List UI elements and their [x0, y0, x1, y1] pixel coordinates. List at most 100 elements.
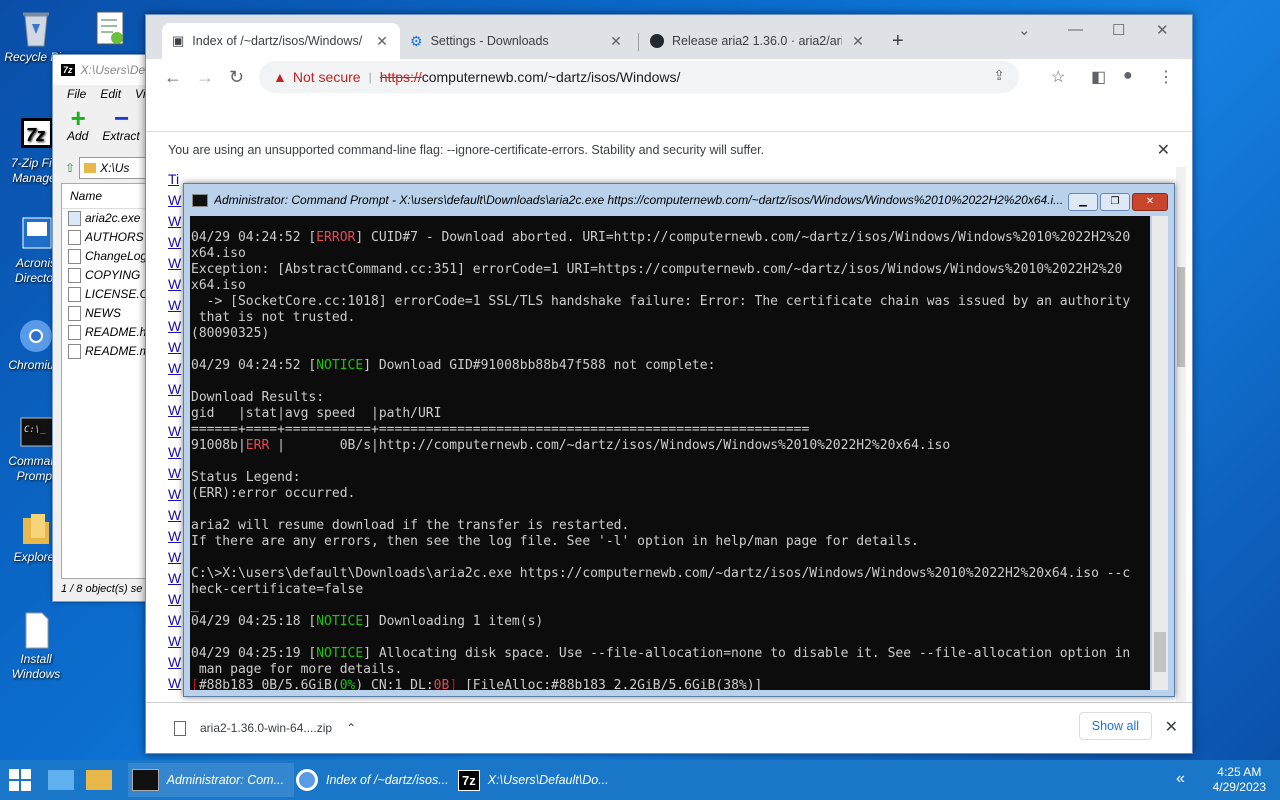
directory-link[interactable]: W — [168, 402, 182, 423]
back-arrow-icon[interactable]: ← — [164, 67, 182, 88]
tab-title: Release aria2 1.36.0 · aria2/aria2 — [672, 34, 842, 48]
taskbar-clock[interactable]: 4:25 AM 4/29/2023 — [1213, 765, 1266, 795]
directory-link[interactable]: W — [168, 591, 182, 612]
tab-release-aria2[interactable]: Release aria2 1.36.0 · aria2/aria2 ✕ — [640, 23, 876, 59]
taskbar-item-label: Index of /~dartz/isos... — [326, 773, 449, 787]
address-bar[interactable]: ▲ Not secure | https://computernewb.com/… — [259, 61, 1019, 93]
console-text: 04/29 04:24:52 [ERROR] CUID#7 - Download… — [190, 216, 1150, 690]
directory-link[interactable]: W — [168, 612, 182, 633]
tab-index-of[interactable]: ▣ Index of /~dartz/isos/Windows/ ✕ — [162, 23, 400, 59]
directory-link[interactable]: W — [168, 360, 182, 381]
directory-link[interactable]: W — [168, 570, 182, 591]
directory-link[interactable]: W — [168, 444, 182, 465]
restore-icon[interactable]: ❐ — [1100, 193, 1130, 211]
close-icon[interactable]: ✕ — [1165, 717, 1178, 737]
console-scrollbar[interactable] — [1152, 216, 1168, 690]
forward-arrow-icon[interactable]: → — [196, 67, 214, 88]
extract-button[interactable]: − Extract — [102, 105, 139, 151]
close-icon[interactable]: ✕ — [850, 33, 866, 50]
maximize-icon[interactable]: ☐ — [1112, 21, 1125, 39]
directory-link[interactable]: W — [168, 675, 182, 696]
taskbar-item-7zip[interactable]: 7z X:\Users\Default\Do... — [454, 763, 624, 797]
taskbar-item-chromium[interactable]: Index of /~dartz/isos... — [292, 763, 452, 797]
directory-link[interactable]: W — [168, 486, 182, 507]
directory-link[interactable]: W — [168, 234, 182, 255]
console-highlight: NOTICE — [316, 614, 364, 629]
profile-icon[interactable]: ● — [1123, 67, 1133, 85]
taskbar: Administrator: Com... Index of /~dartz/i… — [0, 760, 1280, 800]
close-icon[interactable]: ✕ — [374, 33, 390, 50]
console-segment: ] Allocating disk space. Use --file-allo… — [363, 646, 1131, 661]
share-icon[interactable]: ⇪ — [993, 67, 1005, 84]
console-segment: x64.iso — [191, 278, 246, 293]
menu-file[interactable]: File — [67, 87, 86, 101]
reload-icon[interactable]: ↻ — [229, 67, 244, 88]
directory-link[interactable]: Ti — [168, 171, 182, 192]
tab-settings-downloads[interactable]: ⚙ Settings - Downloads ✕ — [400, 23, 634, 59]
close-icon[interactable]: ✕ — [1157, 140, 1170, 160]
directory-link[interactable]: W — [168, 339, 182, 360]
cmd-titlebar[interactable]: Administrator: Command Prompt - X:\users… — [184, 184, 1174, 216]
directory-link[interactable]: W — [168, 255, 182, 276]
minimize-icon[interactable]: — — [1068, 21, 1083, 38]
directory-link[interactable]: W — [168, 423, 182, 444]
infobar-text: You are using an unsupported command-lin… — [168, 142, 765, 157]
directory-link[interactable]: W — [168, 297, 182, 318]
security-label[interactable]: Not secure — [293, 69, 361, 85]
tray-chevron-icon[interactable]: « — [1176, 770, 1185, 788]
console-highlight: 0% — [339, 678, 356, 690]
directory-link[interactable]: W — [168, 507, 182, 528]
console-segment: C:\>X:\users\default\Downloads\aria2c.ex… — [191, 566, 1131, 581]
console-segment: ) CN:1 DL: — [355, 678, 434, 690]
directory-link[interactable]: W — [168, 276, 182, 297]
menu-edit[interactable]: Edit — [100, 87, 121, 101]
directory-link[interactable]: W — [168, 381, 182, 402]
directory-link[interactable]: W — [168, 528, 182, 549]
new-tab-plus-icon[interactable]: + — [892, 30, 904, 53]
add-button[interactable]: + Add — [67, 103, 88, 151]
minimize-icon[interactable]: ▁ — [1068, 193, 1098, 211]
file-icon — [68, 325, 81, 340]
directory-link[interactable]: W — [168, 213, 182, 234]
command-prompt-window[interactable]: Administrator: Command Prompt - X:\users… — [183, 183, 1175, 697]
start-button[interactable] — [0, 760, 40, 800]
taskbar-item-cmd[interactable]: Administrator: Com... — [128, 763, 294, 797]
directory-link[interactable]: W — [168, 654, 182, 675]
directory-link[interactable]: W — [168, 318, 182, 339]
download-filename: aria2-1.36.0-win-64....zip — [200, 721, 333, 735]
url-text[interactable]: https://computernewb.com/~dartz/isos/Win… — [380, 69, 681, 85]
console-segment: x64.iso — [191, 246, 246, 261]
up-folder-icon[interactable]: ⇧ — [65, 161, 75, 175]
desktop-icon-install-windows[interactable]: Install Windows — [4, 610, 68, 682]
page-scrollbar[interactable] — [1176, 167, 1186, 703]
show-all-button[interactable]: Show all — [1078, 712, 1152, 740]
console-highlight: ERR — [245, 438, 270, 453]
chevron-up-icon[interactable]: ⌃ — [346, 721, 356, 735]
console-highlight: ] — [449, 678, 465, 690]
console-output[interactable]: 04/29 04:24:52 [ERROR] CUID#7 - Download… — [190, 216, 1150, 690]
tab-search-chevron-icon[interactable]: ⌄ — [1018, 21, 1031, 39]
download-item[interactable]: aria2-1.36.0-win-64....zip ⌃ — [174, 720, 356, 736]
close-icon[interactable]: ✕ — [608, 33, 624, 50]
scrollbar-thumb[interactable] — [1177, 267, 1185, 367]
close-window-icon[interactable]: ✕ — [1156, 21, 1169, 39]
console-segment: ] Download GID#91008bb88b47f588 not comp… — [363, 358, 716, 373]
directory-link[interactable]: W — [168, 192, 182, 213]
directory-link[interactable]: W — [168, 465, 182, 486]
scrollbar-thumb[interactable] — [1154, 632, 1166, 672]
desktop-icon-notepad[interactable] — [76, 8, 140, 50]
plus-icon: + — [70, 103, 86, 133]
7zip-title-icon: 7z — [61, 64, 75, 76]
file-explorer-icon[interactable] — [86, 770, 112, 790]
close-icon[interactable]: ✕ — [1132, 193, 1168, 211]
clock-time: 4:25 AM — [1217, 765, 1262, 779]
show-desktop-icon[interactable] — [48, 770, 74, 790]
file-icon — [25, 612, 49, 649]
side-panel-icon[interactable]: ◧ — [1091, 67, 1106, 87]
directory-link[interactable]: W — [168, 549, 182, 570]
menu-kebab-icon[interactable]: ⋮ — [1158, 67, 1174, 87]
7zip-icon: 7z — [21, 118, 53, 148]
directory-link[interactable]: W — [168, 633, 182, 654]
star-icon[interactable]: ☆ — [1051, 67, 1065, 87]
menu-view[interactable]: Vi — [135, 87, 145, 101]
